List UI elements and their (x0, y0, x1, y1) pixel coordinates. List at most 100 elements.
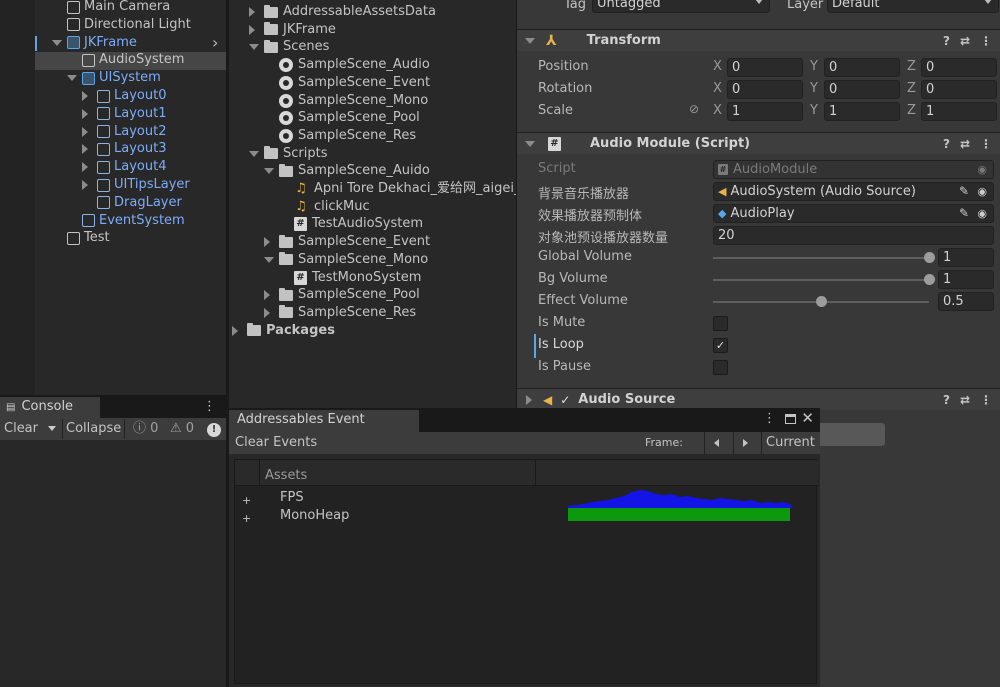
project-item[interactable]: Packages (232, 322, 335, 340)
pencil-icon[interactable]: ✎ (959, 183, 969, 200)
project-item[interactable]: SampleScene_Pool (279, 109, 420, 127)
clear-dropdown-icon[interactable] (48, 426, 56, 431)
global-volume-slider-track[interactable] (713, 257, 929, 259)
scale-x-field[interactable]: 1 (727, 102, 803, 121)
hierarchy-item[interactable]: Layout2 (82, 123, 166, 141)
rotation-y-field[interactable]: 0 (824, 80, 900, 99)
effect-volume-slider-knob[interactable] (816, 296, 827, 307)
project-item[interactable]: Scenes (249, 38, 329, 56)
maximize-icon[interactable] (785, 414, 796, 424)
project-item[interactable]: JKFrame (249, 21, 336, 39)
project-item[interactable]: SampleScene_Res (279, 127, 416, 145)
hierarchy-item[interactable]: EventSystem (82, 212, 185, 230)
foldout-icon[interactable] (52, 39, 62, 46)
foldout-icon[interactable] (249, 24, 255, 35)
position-x-field[interactable]: 0 (727, 58, 803, 77)
project-item[interactable]: SampleScene_Event (264, 233, 430, 251)
pool-count-field[interactable]: 20 (713, 226, 994, 245)
foldout-icon[interactable] (249, 44, 259, 51)
target-icon[interactable]: ◉ (977, 183, 987, 200)
audio-source-header[interactable]: ◀ ✓ Audio Source ? ⇄ ⋮ (517, 388, 1000, 410)
project-item[interactable]: SampleScene_Auido (264, 162, 430, 180)
foldout-icon[interactable] (82, 126, 88, 137)
help-icon[interactable]: ? (943, 34, 950, 48)
foldout-icon[interactable] (82, 91, 88, 101)
is-pause-checkbox[interactable] (713, 360, 728, 375)
more-icon[interactable]: ⋮ (980, 137, 992, 151)
foldout-icon[interactable] (264, 168, 274, 175)
foldout-icon[interactable] (249, 7, 255, 17)
bg-volume-slider-knob[interactable] (924, 274, 935, 285)
foldout-icon[interactable] (82, 144, 88, 155)
project-item[interactable]: Scripts (249, 145, 327, 163)
event-row-label[interactable]: FPS (280, 490, 304, 505)
preset-icon[interactable]: ⇄ (960, 393, 970, 407)
project-item[interactable]: ♫ Apni Tore Dekhaci_爱给网_aigei_ (294, 180, 516, 198)
project-item[interactable]: SampleScene_Mono (279, 92, 428, 110)
transform-header[interactable]: ⅄ Transform ? ⇄ ⋮ (517, 29, 1000, 51)
warning-toggle[interactable]: ⚠ 0 (170, 419, 194, 439)
console-tab[interactable]: ▤ Console (0, 397, 100, 418)
clear-button[interactable]: Clear (4, 419, 38, 439)
event-row-label[interactable]: MonoHeap (280, 508, 349, 523)
next-frame-button[interactable] (743, 439, 748, 447)
rotation-z-field[interactable]: 0 (921, 80, 997, 99)
project-item[interactable]: SampleScene_Audio (279, 56, 430, 74)
foldout-icon[interactable] (82, 180, 88, 190)
current-button[interactable]: Current (766, 433, 815, 453)
scale-y-field[interactable]: 1 (824, 102, 900, 121)
help-icon[interactable]: ? (943, 393, 950, 407)
foldout-icon[interactable] (264, 237, 270, 248)
project-item[interactable]: AddressableAssetsData (249, 3, 436, 21)
more-icon[interactable]: ⋮ (980, 393, 992, 407)
project-item[interactable]: SampleScene_Event (279, 74, 430, 92)
project-item[interactable]: ♫ clickMuc (294, 198, 369, 216)
foldout-icon[interactable] (249, 150, 259, 157)
bg-player-field[interactable]: ◀ AudioSystem (Audio Source) ✎ ◉ (713, 182, 994, 201)
foldout-icon[interactable] (525, 37, 535, 44)
more-icon[interactable]: ⋮ (203, 399, 216, 414)
effect-volume-field[interactable]: 0.5 (938, 292, 994, 311)
chevron-right-icon[interactable]: › (212, 33, 218, 52)
position-z-field[interactable]: 0 (921, 58, 997, 77)
project-item[interactable]: # TestMonoSystem (294, 269, 421, 287)
project-item[interactable]: SampleScene_Mono (264, 251, 428, 269)
constrain-proportions-icon[interactable]: ⊘ (689, 102, 699, 116)
clear-events-button[interactable]: Clear Events (235, 433, 317, 453)
preset-icon[interactable]: ⇄ (960, 34, 970, 48)
close-icon[interactable]: ✕ (801, 409, 814, 427)
effect-prefab-field[interactable]: ◆ AudioPlay ✎ ◉ (713, 204, 994, 223)
global-volume-slider-knob[interactable] (924, 252, 935, 263)
global-volume-field[interactable]: 1 (938, 248, 994, 267)
help-icon[interactable]: ? (943, 137, 950, 151)
foldout-icon[interactable] (525, 140, 535, 147)
hierarchy-item[interactable]: DragLayer (97, 194, 182, 212)
hierarchy-item[interactable]: Test (67, 229, 110, 247)
more-icon[interactable]: ⋮ (980, 34, 992, 48)
foldout-icon[interactable] (264, 307, 270, 318)
hierarchy-item[interactable]: Layout4 (82, 158, 166, 176)
foldout-icon[interactable] (264, 290, 270, 301)
foldout-icon[interactable] (232, 325, 238, 336)
is-mute-checkbox[interactable] (713, 316, 728, 331)
info-toggle[interactable]: ⓘ 0 (133, 419, 158, 439)
pencil-icon[interactable]: ✎ (959, 205, 969, 222)
bg-volume-slider-track[interactable] (713, 279, 929, 281)
target-icon[interactable]: ◉ (977, 205, 987, 222)
hierarchy-item[interactable]: Layout3 (82, 140, 166, 158)
tag-dropdown[interactable]: Untagged (592, 0, 770, 13)
addressables-tab[interactable]: Addressables Event Viewer (229, 410, 419, 447)
hierarchy-item[interactable]: AudioSystem (82, 51, 184, 69)
hierarchy-item[interactable]: Main Camera (67, 0, 170, 16)
foldout-icon[interactable] (264, 256, 274, 263)
position-y-field[interactable]: 0 (824, 58, 900, 77)
hierarchy-item[interactable]: UITipsLayer (82, 176, 190, 194)
hierarchy-item[interactable]: Directional Light (67, 16, 191, 34)
audio-module-header[interactable]: # Audio Module (Script) ? ⇄ ⋮ (517, 132, 1000, 154)
assets-header[interactable]: Assets (265, 468, 307, 483)
foldout-icon[interactable] (82, 108, 88, 119)
bg-volume-field[interactable]: 1 (938, 270, 994, 289)
is-loop-checkbox[interactable]: ✓ (713, 338, 728, 353)
error-icon[interactable]: ! (207, 423, 221, 437)
scale-z-field[interactable]: 1 (921, 102, 997, 121)
